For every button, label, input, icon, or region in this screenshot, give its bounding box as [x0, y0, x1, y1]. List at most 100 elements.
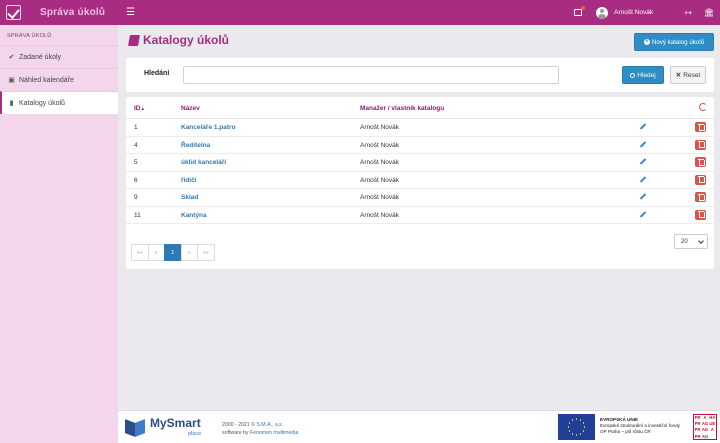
delete-icon[interactable] [695, 139, 706, 150]
new-catalog-button[interactable]: + Nový katalog úkolů [634, 33, 714, 51]
eu-star [583, 426, 586, 428]
eu-funding-text: EVROPSKÁ UNIE Evropské strukturální a in… [600, 417, 680, 434]
row-name-link[interactable]: Kantýna [181, 212, 207, 219]
search-input[interactable] [183, 66, 559, 84]
edit-icon[interactable] [640, 158, 647, 165]
per-page-select[interactable]: 20 [674, 234, 708, 249]
edit-icon[interactable] [640, 211, 647, 218]
column-header-name[interactable]: Název [181, 105, 200, 112]
row-id: 9 [134, 194, 138, 201]
calendar-icon: ▣ [8, 77, 15, 84]
plus-circle-icon: + [643, 39, 650, 45]
row-id: 4 [134, 141, 138, 149]
search-button[interactable]: Hledej [622, 66, 664, 84]
delete-icon[interactable] [695, 157, 706, 167]
sidebar: SPRÁVA ÚKOLŮ ✔ Zadané úkoly ▣ Náhled kal… [0, 25, 118, 443]
footer: MySmart place 2000 - 2021 © S.M.A., a.s.… [118, 410, 720, 443]
row-id: 5 [134, 159, 138, 166]
mysmart-logo-icon [125, 417, 145, 437]
delete-icon[interactable] [695, 192, 706, 202]
edit-icon[interactable] [640, 176, 647, 183]
row-owner: Arnošt Novák [360, 194, 400, 201]
footer-copyright: 2000 - 2021 © S.M.A., a.s. software by F… [222, 422, 299, 436]
table-row: 4 Ředitelna Arnošt Novák [126, 137, 714, 154]
vendor-link[interactable]: Fenomen multimedia [250, 430, 298, 436]
table-row: 11 Kantýna Arnošt Novák [126, 207, 714, 224]
delete-icon[interactable] [695, 174, 706, 185]
table-row: 1 Kanceláře 1.patro Arnošt Novák [126, 119, 714, 137]
eu-star [568, 430, 571, 432]
sidebar-section-title: SPRÁVA ÚKOLŮ [7, 33, 52, 39]
footer-brand: MySmart [150, 416, 201, 430]
eu-star [571, 433, 574, 435]
eu-star [571, 419, 574, 421]
institution-icon[interactable]: 🏛 [704, 8, 714, 17]
avatar[interactable] [596, 6, 609, 19]
search-label: Hledání [144, 70, 170, 77]
page-current-button[interactable]: 1 [164, 244, 182, 261]
row-name-link[interactable]: Sklad [181, 194, 198, 201]
delete-icon[interactable] [695, 209, 706, 220]
row-id: 6 [134, 176, 138, 184]
notification-badge [581, 6, 586, 10]
table-row: 9 Sklad Arnošt Novák [126, 189, 714, 207]
sidebar-item-assigned-tasks[interactable]: ✔ Zadané úkoly [0, 45, 118, 68]
eu-star [582, 422, 585, 424]
page-first-button[interactable]: «« [131, 244, 149, 261]
search-button-label: Hledej [637, 71, 656, 79]
row-name-link[interactable]: Kanceláře 1.patro [181, 124, 236, 131]
eu-flag-icon [558, 414, 595, 440]
footer-brand-sub: place [188, 431, 202, 437]
sidebar-item-calendar-preview[interactable]: ▣ Náhled kalendáře [0, 68, 118, 91]
eu-star [579, 419, 582, 421]
table-row: 5 úklid kanceláří Arnošt Novák [126, 154, 714, 172]
praha-logo: PR A HA PR AG UE PR AG A PR AG [693, 414, 717, 440]
edit-icon[interactable] [640, 193, 647, 200]
eu-star [568, 422, 571, 424]
logout-icon[interactable]: ↦ [685, 8, 692, 17]
edit-icon[interactable] [640, 123, 647, 130]
reset-button[interactable]: ✕ Reset [670, 66, 706, 84]
row-id: 11 [134, 211, 141, 219]
refresh-icon[interactable] [699, 103, 707, 111]
sidebar-item-task-catalogs[interactable]: ▮ Katalogy úkolů [0, 91, 118, 114]
per-page-value: 20 [681, 238, 688, 245]
row-name-link[interactable]: řidiči [181, 177, 197, 184]
row-name-link[interactable]: Ředitelna [181, 142, 210, 149]
page-prev-button[interactable]: « [147, 244, 165, 261]
sort-asc-icon: ▲ [140, 106, 145, 111]
column-header-id[interactable]: ID▲ [134, 105, 145, 112]
book-icon: ▮ [9, 100, 14, 107]
user-area: Arnošt Novák ↦ 🏛 [574, 0, 714, 25]
page-title: Katalogy úkolů [128, 33, 230, 47]
row-owner: Arnošt Novák [360, 176, 400, 184]
close-icon: ✕ [675, 72, 682, 79]
app-title: Správa úkolů [40, 7, 106, 18]
page-next-button[interactable]: » [180, 244, 198, 261]
page-last-button[interactable]: »» [197, 244, 215, 261]
user-name[interactable]: Arnošt Novák [614, 9, 653, 16]
edit-icon[interactable] [640, 141, 647, 148]
notifications-icon[interactable] [574, 6, 586, 16]
column-header-owner[interactable]: Manažer / vlastník katalogu [360, 105, 444, 112]
sidebar-item-label: Katalogy úkolů [19, 99, 65, 107]
company-link[interactable]: S.M.A., a.s. [256, 422, 283, 428]
eu-star [575, 434, 578, 436]
check-circle-icon: ✔ [8, 54, 15, 61]
delete-icon[interactable] [695, 122, 706, 132]
reset-button-label: Reset [683, 71, 701, 79]
table-row: 6 řidiči Arnošt Novák [126, 172, 714, 189]
eu-star [567, 426, 570, 428]
new-catalog-label: Nový katalog úkolů [651, 38, 705, 46]
catalog-table-panel: ID▲ Název Manažer / vlastník katalogu 1 … [126, 97, 714, 269]
row-owner: Arnošt Novák [360, 141, 400, 149]
top-navbar: Správa úkolů ☰ Arnošt Novák ↦ 🏛 [0, 0, 720, 25]
row-name-link[interactable]: úklid kanceláří [181, 159, 226, 166]
menu-toggle-icon[interactable]: ☰ [126, 7, 135, 18]
brand[interactable]: Správa úkolů [0, 0, 118, 25]
row-owner: Arnošt Novák [360, 211, 400, 219]
sidebar-item-label: Náhled kalendáře [19, 76, 74, 84]
page-title-text: Katalogy úkolů [143, 33, 230, 47]
row-owner: Arnošt Novák [360, 159, 400, 166]
row-id: 1 [134, 124, 138, 131]
